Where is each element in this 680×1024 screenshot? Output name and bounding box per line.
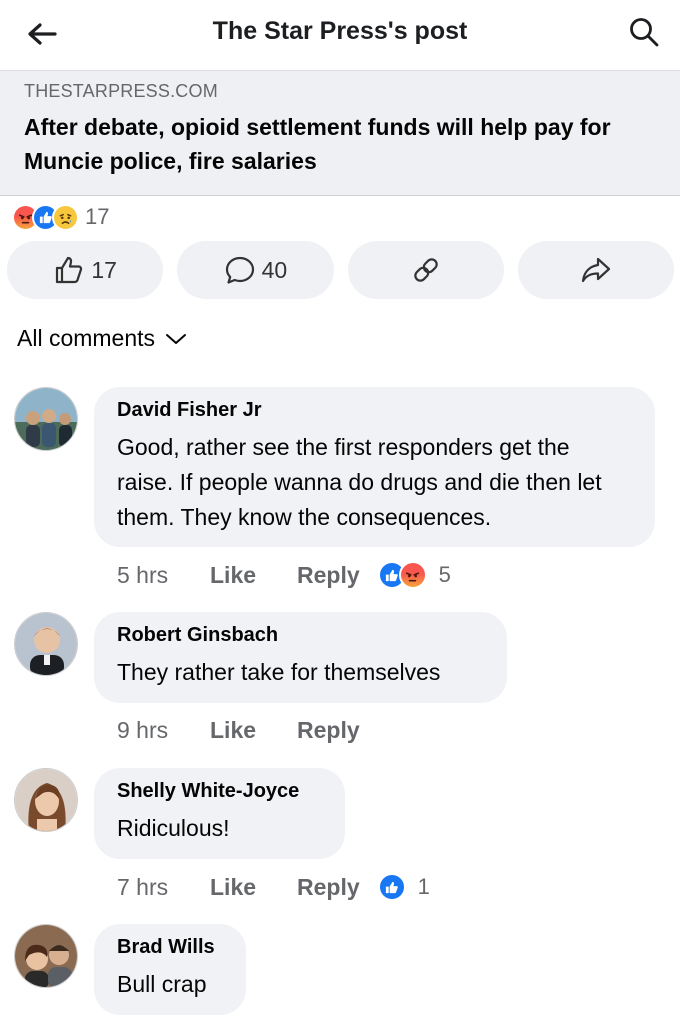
like-button[interactable]: 17 — [7, 241, 164, 299]
top-bar: The Star Press's post — [0, 0, 680, 70]
comment-meta: 5 hrs Like Reply 5 — [117, 561, 451, 589]
comment-like-button[interactable]: Like — [210, 562, 297, 589]
avatar[interactable] — [14, 924, 78, 988]
comment-author[interactable]: Robert Ginsbach — [117, 624, 484, 647]
comment-text: They rather take for themselves — [117, 659, 441, 685]
comment-text: Good, rather see the first responders ge… — [117, 434, 602, 530]
comment-count: 40 — [261, 256, 288, 283]
chevron-down-icon — [166, 333, 187, 344]
comment-bubble-icon — [225, 256, 254, 284]
comment-author[interactable]: David Fisher Jr — [117, 399, 632, 422]
link-preview-card[interactable]: THESTARPRESS.COM After debate, opioid se… — [0, 70, 680, 196]
link-headline: After debate, opioid settlement funds wi… — [24, 114, 611, 174]
comment-meta: 9 hrs Like Reply — [117, 717, 378, 744]
comment-button[interactable]: 40 — [177, 241, 334, 299]
comment-time: 9 hrs — [117, 717, 169, 743]
page-title: The Star Press's post — [212, 17, 468, 45]
comment-bubble[interactable]: Robert Ginsbach They rather take for the… — [94, 612, 507, 703]
comments-filter-label: All comments — [17, 325, 156, 351]
comment-time: 7 hrs — [117, 873, 169, 900]
angry-icon — [398, 561, 427, 589]
comment-reply-button[interactable]: Reply — [297, 874, 360, 901]
avatar[interactable] — [14, 768, 78, 832]
comment-meta: 7 hrs Like Reply 1 — [117, 873, 430, 901]
link-icon — [413, 258, 438, 282]
post-actions: 17 40 — [7, 241, 674, 301]
comment-reply-button[interactable]: Reply — [297, 717, 360, 744]
comment-reactions[interactable]: 1 — [377, 873, 430, 901]
search-icon — [630, 18, 659, 47]
like-icon — [377, 873, 406, 901]
thumbs-up-icon — [56, 256, 83, 284]
comment-like-button[interactable]: Like — [210, 717, 297, 744]
comment-author[interactable]: Brad Wills — [117, 936, 223, 959]
comment-bubble[interactable]: David Fisher Jr Good, rather see the fir… — [94, 387, 655, 547]
avatar[interactable] — [14, 387, 78, 451]
sad-icon — [52, 203, 79, 231]
comment-author[interactable]: Shelly White-Joyce — [117, 780, 322, 803]
like-count: 17 — [91, 256, 117, 283]
share-arrow-icon — [581, 257, 610, 283]
reaction-summary[interactable]: 17 — [12, 203, 109, 231]
comment-bubble[interactable]: Shelly White-Joyce Ridiculous! — [94, 768, 345, 859]
share-button[interactable] — [517, 241, 674, 299]
comment-text: Ridiculous! — [117, 815, 230, 841]
comment-reactions[interactable]: 5 — [377, 561, 451, 589]
comment-reaction-count: 5 — [438, 562, 451, 587]
comment-bubble[interactable]: Brad Wills Bull crap — [94, 924, 246, 1015]
comment-text: Bull crap — [117, 971, 207, 997]
reaction-count: 17 — [85, 204, 110, 229]
comment-time: 5 hrs — [117, 561, 169, 588]
comments-filter[interactable]: All comments — [17, 325, 187, 352]
link-domain: THESTARPRESS.COM — [24, 81, 218, 101]
comment-reaction-count: 1 — [417, 874, 430, 899]
copy-link-button[interactable] — [347, 241, 504, 299]
comment-reply-button[interactable]: Reply — [297, 562, 360, 589]
search-button[interactable] — [624, 12, 664, 52]
avatar[interactable] — [14, 612, 78, 676]
comment-like-button[interactable]: Like — [210, 874, 297, 901]
